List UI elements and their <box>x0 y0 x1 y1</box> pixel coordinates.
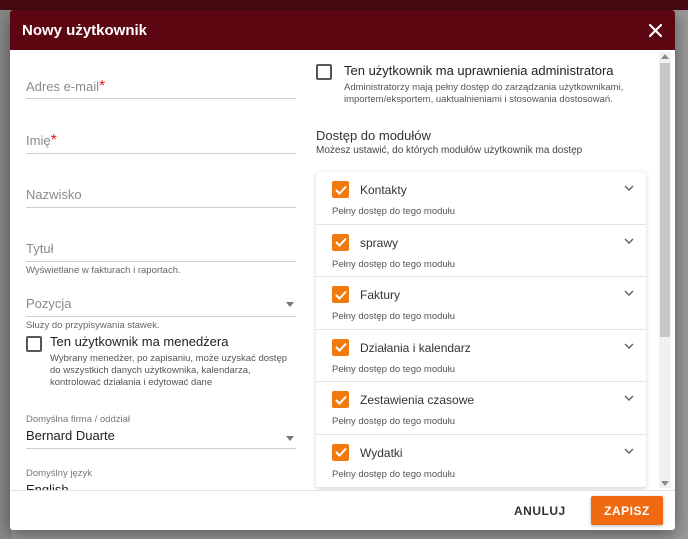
position-select[interactable]: Pozycja Służy do przypisywania stawek. <box>26 295 296 331</box>
module-description: Pełny dostęp do tego modułu <box>332 311 456 323</box>
title-underline <box>26 261 296 262</box>
chevron-down-icon[interactable] <box>624 290 634 297</box>
first-name-field[interactable]: Imię* <box>26 132 296 154</box>
module-name: Faktury <box>360 288 401 303</box>
email-label: Adres e-mail <box>26 79 99 94</box>
module-description: Pełny dostęp do tego modułu <box>332 258 456 270</box>
save-button[interactable]: ZAPISZ <box>591 496 663 525</box>
chevron-down-icon[interactable] <box>624 238 634 244</box>
module-description: Pełny dostęp do tego modułu <box>332 416 456 428</box>
default-language-label: Domyślny język <box>26 468 92 479</box>
manager-label: Ten użytkownik ma menedżera <box>50 334 229 349</box>
chevron-down-icon <box>286 436 294 441</box>
admin-checkbox[interactable] <box>316 64 332 80</box>
module-item-invoices[interactable]: Faktury Pełny dostęp do tego modułu <box>316 277 646 330</box>
modules-title: Dostęp do modułów <box>316 128 431 143</box>
module-list: Kontakty Pełny dostęp do tego modułu spr… <box>316 172 646 488</box>
position-label: Pozycja <box>26 296 72 311</box>
checkmark-icon <box>334 237 347 248</box>
background-topbar <box>0 0 688 10</box>
close-button[interactable] <box>645 20 665 40</box>
module-name: Działania i kalendarz <box>360 340 471 355</box>
cancel-button[interactable]: ANULUJ <box>514 504 566 518</box>
position-hint: Służy do przypisywania stawek. <box>26 320 160 331</box>
default-company-label: Domyślna firma / oddział <box>26 414 131 425</box>
module-name: Wydatki <box>360 445 403 460</box>
scroll-up-icon[interactable] <box>661 54 669 59</box>
default-company-select[interactable]: Domyślna firma / oddział Bernard Duarte <box>26 414 296 449</box>
last-name-field[interactable]: Nazwisko <box>26 186 296 208</box>
first-name-label: Imię <box>26 133 51 148</box>
chevron-down-icon[interactable] <box>624 185 634 191</box>
chevron-down-icon[interactable] <box>624 343 634 349</box>
chevron-down-icon[interactable] <box>624 395 634 402</box>
module-description: Pełny dostęp do tego modułu <box>332 363 456 375</box>
module-name: Kontakty <box>360 183 407 197</box>
last-name-underline <box>26 207 296 208</box>
email-underline <box>26 98 296 99</box>
default-language-select[interactable]: Domyślny język English <box>26 468 296 490</box>
title-label: Tytuł <box>26 241 54 256</box>
dialog-title: Nowy użytkownik <box>22 21 148 39</box>
default-company-underline <box>26 448 296 449</box>
title-field[interactable]: Tytuł Wyświetlane w fakturach i raportac… <box>26 240 296 276</box>
checkmark-icon <box>334 290 347 300</box>
module-item-timesheets[interactable]: Zestawienia czasowe Pełny dostęp do tego… <box>316 382 646 435</box>
default-language-value: English <box>26 482 69 490</box>
module-name: Zestawienia czasowe <box>360 393 475 408</box>
title-hint: Wyświetlane w fakturach i raportach. <box>26 265 181 276</box>
dialog-header: Nowy użytkownik <box>10 10 675 50</box>
email-field[interactable]: Adres e-mail* <box>26 78 296 99</box>
scrollbar-thumb[interactable] <box>660 63 670 337</box>
checkmark-icon <box>334 395 347 405</box>
chevron-down-icon <box>286 302 294 307</box>
module-name: sprawy <box>360 235 399 250</box>
admin-label: Ten użytkownik ma uprawnienia administra… <box>344 63 614 78</box>
first-name-underline <box>26 153 296 154</box>
email-required-mark: * <box>98 78 106 95</box>
close-icon <box>648 23 662 37</box>
module-checkbox[interactable] <box>332 286 349 304</box>
scroll-down-icon[interactable] <box>661 481 669 486</box>
module-checkbox[interactable] <box>332 233 349 251</box>
new-user-dialog: Nowy użytkownik Adres e-mail* Imię* Nazw… <box>10 10 675 530</box>
module-checkbox[interactable] <box>332 391 349 409</box>
position-underline <box>26 316 296 317</box>
dialog-body: Adres e-mail* Imię* Nazwisko Tytuł Wyświ… <box>10 50 675 490</box>
module-checkbox[interactable] <box>332 338 349 356</box>
checkmark-icon <box>334 343 347 353</box>
module-item-expenses[interactable]: Wydatki Pełny dostęp do tego modułu <box>316 435 646 488</box>
first-name-required-mark: * <box>50 132 57 149</box>
module-description: Pełny dostęp do tego modułu <box>332 468 456 480</box>
checkmark-icon <box>334 185 347 195</box>
admin-description: Administratorzy mają pełny dostęp do zar… <box>344 82 624 105</box>
module-item-activities-calendar[interactable]: Działania i kalendarz Pełny dostęp do te… <box>316 330 646 383</box>
chevron-down-icon[interactable] <box>624 448 634 454</box>
default-company-value: Bernard Duarte <box>26 428 115 443</box>
module-checkbox[interactable] <box>332 443 349 461</box>
manager-description: Wybrany menedżer, po zapisaniu, może uzy… <box>50 353 288 388</box>
module-item-contacts[interactable]: Kontakty Pełny dostęp do tego modułu <box>316 172 646 225</box>
manager-checkbox[interactable] <box>26 336 42 352</box>
dialog-footer: ANULUJ ZAPISZ <box>10 490 675 530</box>
checkmark-icon <box>334 448 347 458</box>
dialog-scrollbar[interactable] <box>659 52 671 488</box>
module-description: Pełny dostęp do tego modułu <box>332 206 456 217</box>
module-item-cases[interactable]: sprawy Pełny dostęp do tego modułu <box>316 225 646 278</box>
last-name-label: Nazwisko <box>26 187 82 202</box>
modules-subtitle: Możesz ustawić, do których modułów użytk… <box>316 145 583 156</box>
module-checkbox[interactable] <box>332 181 349 198</box>
